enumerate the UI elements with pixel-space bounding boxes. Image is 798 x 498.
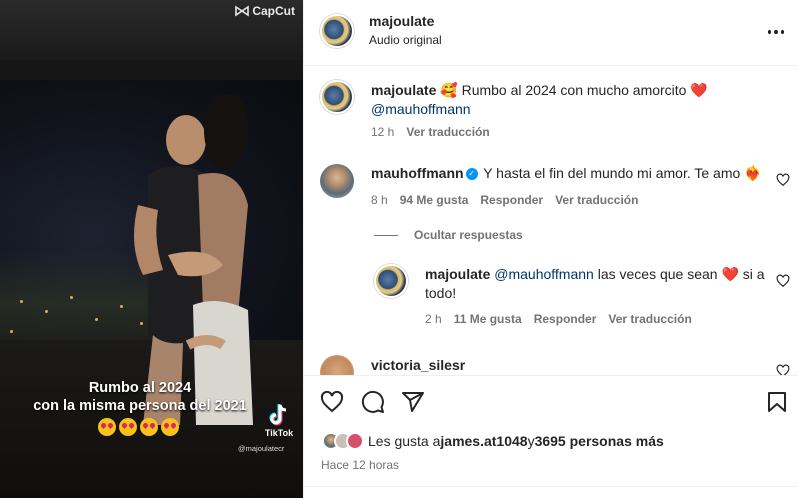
likes-count[interactable]: 3695 personas más — [535, 433, 664, 449]
video-caption-line1: Rumbo al 2024 — [88, 380, 192, 396]
caption-text: Rumbo al 2024 con mucho amorcito ❤️ — [457, 82, 708, 98]
reply-text-line2: todo! — [425, 285, 457, 301]
hide-replies-label: Ocultar respuestas — [414, 228, 523, 242]
city-light — [20, 300, 23, 303]
post-caption: majoulate 🥰 Rumbo al 2024 con mucho amor… — [371, 81, 781, 119]
reply-time: 2 h — [425, 312, 442, 326]
tiktok-icon — [269, 404, 287, 426]
comment-time: 8 h — [371, 193, 388, 207]
commenter-avatar[interactable] — [320, 164, 354, 198]
comment-translate-link[interactable]: Ver traducción — [555, 193, 638, 207]
tiktok-watermark: TikTok — [261, 404, 297, 438]
post-actions: Les gusta a james.at1048 y 3695 personas… — [304, 375, 798, 498]
comment-username[interactable]: victoria_silesr — [371, 357, 465, 373]
audio-link[interactable]: Audio original — [369, 33, 442, 47]
heart-eyes-emoji — [161, 418, 179, 436]
heart-eyes-emoji — [140, 418, 158, 436]
caption-username[interactable]: majoulate — [371, 82, 436, 98]
comment-like-heart-icon[interactable] — [776, 364, 790, 375]
caption-time: 12 h — [371, 125, 395, 139]
comment: victoria_silesr — [371, 356, 465, 375]
heart-eyes-emoji — [119, 418, 137, 436]
author-username[interactable]: majoulate — [369, 13, 434, 29]
capcut-label: CapCut — [252, 4, 295, 18]
capcut-icon — [235, 5, 250, 17]
heart-eyes-emoji — [98, 418, 116, 436]
reply-translate-link[interactable]: Ver traducción — [608, 312, 691, 326]
reply-author-avatar[interactable] — [374, 264, 408, 298]
reply-username[interactable]: majoulate — [425, 266, 490, 282]
comment: mauhoffmann ✓ Y hasta el fin del mundo mi… — [371, 164, 771, 183]
video-emoji-row — [98, 418, 179, 436]
post-header: majoulate Audio original — [304, 0, 798, 66]
post-time-ago[interactable]: Hace 12 horas — [321, 458, 399, 472]
author-avatar[interactable] — [320, 14, 354, 48]
reply-mention[interactable]: @mauhoffmann — [494, 266, 594, 282]
commenter-avatar[interactable] — [320, 355, 354, 375]
comment-username[interactable]: mauhoffmann — [371, 165, 464, 181]
reply-meta: 2 h 11 Me gusta Responder Ver traducción — [425, 312, 692, 326]
comment-reply-button[interactable]: Responder — [480, 193, 543, 207]
caption-emoji: 🥰 — [440, 82, 458, 98]
reel-video[interactable]: CapCut Rumbo al 2024 con la misma person… — [0, 0, 303, 498]
tiktok-label: TikTok — [264, 428, 294, 438]
more-options-icon[interactable] — [764, 20, 788, 44]
caption-translate-link[interactable]: Ver traducción — [406, 125, 489, 139]
reply-like-heart-icon[interactable] — [776, 274, 790, 288]
reply-likes-count[interactable]: 11 Me gusta — [454, 312, 522, 326]
comment-meta: 8 h 94 Me gusta Responder Ver traducción — [371, 193, 638, 207]
save-bookmark-icon[interactable] — [765, 390, 789, 414]
replies-divider — [374, 234, 398, 236]
likes-user[interactable]: james.at1048 — [440, 433, 527, 449]
hide-replies-button[interactable]: Ocultar respuestas — [374, 228, 523, 242]
tiktok-handle: @majoulatecr — [238, 444, 285, 453]
caption-meta: 12 h Ver traducción — [371, 125, 490, 139]
reply-text-line1: las veces que sean ❤️ si a — [593, 266, 765, 282]
post-side-panel: majoulate Audio original majoulate 🥰 Rum… — [303, 0, 798, 498]
liker-avatar — [346, 432, 364, 450]
video-caption-line2: con la misma persona del 2021 — [33, 398, 247, 414]
divider — [304, 486, 798, 487]
comment-bubble-icon[interactable] — [361, 390, 385, 414]
comment-likes-count[interactable]: 94 Me gusta — [400, 193, 469, 207]
caption-author-avatar[interactable] — [320, 80, 354, 114]
city-light — [45, 310, 48, 313]
likes-summary[interactable]: Les gusta a james.at1048 y 3695 personas… — [322, 432, 664, 450]
comment-text: Y hasta el fin del mundo mi amor. Te amo… — [483, 165, 762, 181]
comments-list[interactable]: majoulate 🥰 Rumbo al 2024 con mucho amor… — [304, 66, 798, 375]
likes-middle: y — [527, 433, 535, 449]
like-heart-icon[interactable] — [320, 390, 344, 414]
caption-mention[interactable]: @mauhoffmann — [371, 101, 471, 117]
reply-reply-button[interactable]: Responder — [534, 312, 597, 326]
city-light — [10, 330, 13, 333]
reply-comment: majoulate @mauhoffmann las veces que sea… — [425, 265, 770, 303]
couple-figure — [134, 95, 253, 425]
likes-prefix: Les gusta a — [368, 433, 441, 449]
city-light — [70, 296, 73, 299]
comment-like-heart-icon[interactable] — [776, 173, 790, 187]
city-light — [95, 318, 98, 321]
verified-badge-icon: ✓ — [465, 168, 478, 181]
share-send-icon[interactable] — [401, 390, 425, 414]
capcut-watermark: CapCut — [235, 4, 295, 18]
